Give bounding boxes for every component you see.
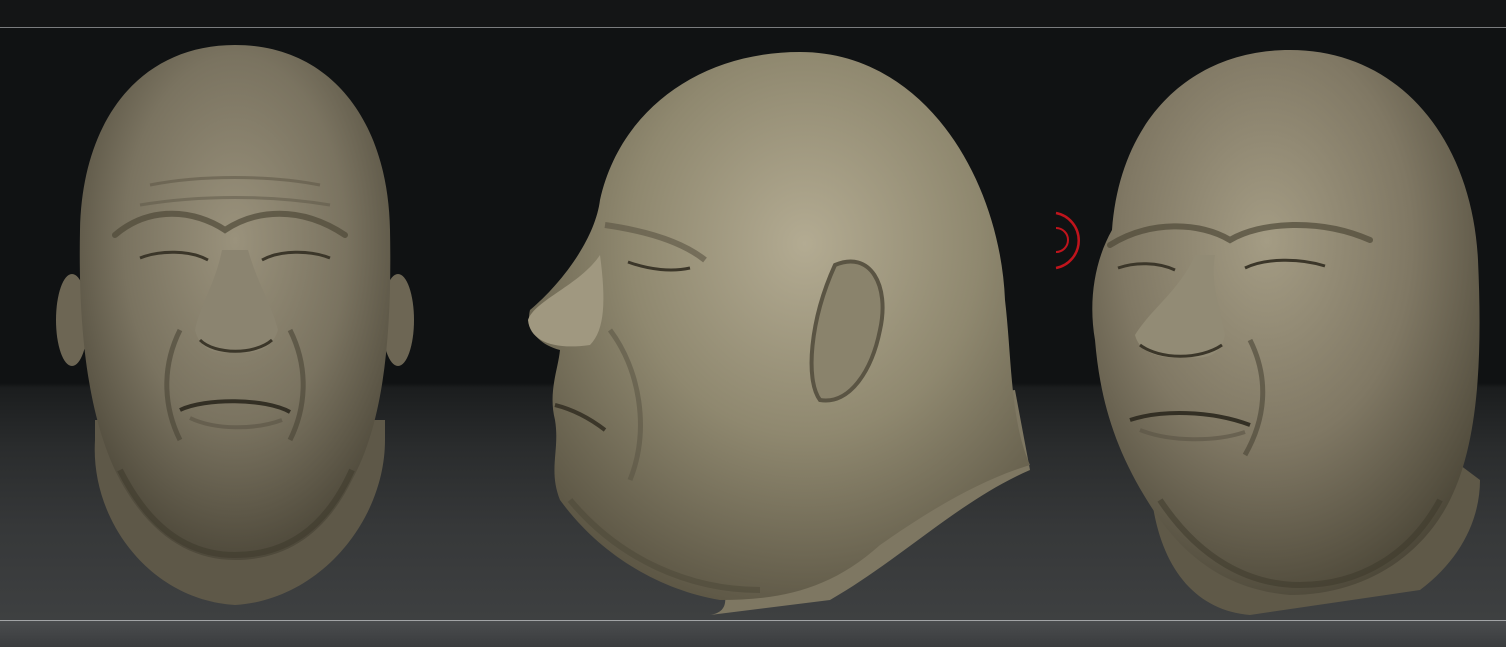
side-view-head[interactable]	[528, 52, 1030, 615]
brush-cursor[interactable]	[1055, 211, 1080, 270]
side-nose	[528, 255, 604, 347]
viewport-canvas[interactable]	[0, 0, 1506, 647]
three-quarter-view-head[interactable]	[1092, 50, 1480, 615]
side-skull	[529, 52, 1030, 600]
brush-cursor-inner-ring	[1055, 227, 1069, 253]
front-view-head[interactable]	[56, 45, 414, 605]
